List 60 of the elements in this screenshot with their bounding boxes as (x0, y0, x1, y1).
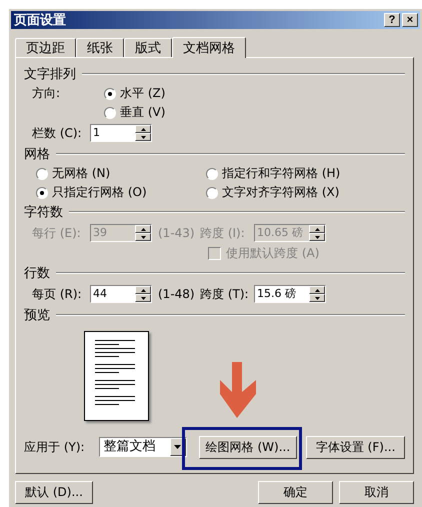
spin-up-button[interactable] (135, 286, 151, 294)
font-settings-button[interactable]: 字体设置 (F)... (306, 436, 405, 458)
up-triangle-icon (314, 228, 320, 230)
field-label: 方向: (32, 85, 62, 102)
cancel-button[interactable]: 取消 (339, 481, 414, 504)
radio-label[interactable]: 水平 (Z) (120, 85, 166, 102)
ok-button[interactable]: 确定 (258, 481, 333, 504)
radio-button[interactable] (36, 168, 48, 180)
spin-down-button[interactable] (135, 133, 151, 141)
columns-spinbox[interactable]: 1 (90, 124, 152, 142)
tab[interactable]: 纸张 (76, 38, 124, 57)
apply-to-dropdown[interactable]: 整篇文档 (99, 437, 187, 457)
section-heading: 字符数 (24, 204, 63, 221)
section-heading: 文字排列 (24, 66, 76, 83)
radio-label[interactable]: 文字对齐字符网格 (X) (222, 184, 340, 201)
radio-button[interactable] (104, 106, 116, 118)
tab[interactable]: 文档网格 (172, 37, 246, 58)
up-triangle-icon (140, 288, 146, 292)
down-triangle-icon (140, 136, 146, 138)
tab[interactable]: 版式 (124, 38, 172, 57)
up-triangle-icon (140, 128, 146, 130)
radio-button[interactable] (206, 186, 218, 198)
section-heading: 预览 (24, 307, 50, 324)
radio-button[interactable] (36, 186, 48, 198)
field-label: 每页 (R): (32, 286, 83, 302)
down-triangle-icon (140, 296, 146, 300)
radio-label[interactable]: 只指定行网格 (O) (52, 184, 147, 201)
up-triangle-icon (140, 228, 146, 230)
field-label: 每行 (E): (32, 224, 82, 242)
down-arrow-icon (220, 362, 256, 418)
radio-button[interactable] (206, 168, 218, 180)
per-page-spinbox[interactable]: 44 (90, 285, 152, 303)
default-button[interactable]: 默认 (D)... (15, 481, 93, 504)
range-hint: (1-43) (157, 226, 196, 240)
close-button[interactable]: × (402, 13, 418, 27)
tab[interactable]: 页边距 (15, 38, 76, 57)
down-triangle-icon (314, 236, 320, 238)
field-label: 跨度 (I): (200, 224, 246, 242)
field-label: 栏数 (C): (32, 124, 83, 142)
radio-button[interactable] (104, 88, 116, 100)
radio-label[interactable]: 无网格 (N) (52, 165, 110, 182)
radio-label[interactable]: 指定行和字符网格 (H) (222, 165, 340, 182)
field-label: 跨度 (T): (200, 286, 250, 302)
drawing-grid-button[interactable]: 绘图网格 (W)... (198, 436, 298, 458)
range-hint: (1-48) (157, 287, 196, 301)
help-button[interactable]: ? (384, 13, 400, 27)
spin-down-button[interactable] (309, 294, 325, 302)
down-triangle-icon (174, 444, 182, 448)
radio-label[interactable]: 垂直 (V) (120, 104, 166, 121)
spin-down-button[interactable] (135, 294, 151, 302)
window-title: 页面设置 (14, 12, 67, 29)
section-heading: 行数 (24, 265, 50, 282)
section-heading: 网格 (24, 146, 50, 163)
spin-up-button[interactable] (309, 286, 325, 294)
field-label: 应用于 (Y): (24, 438, 86, 456)
spin-up-button[interactable] (135, 125, 151, 133)
line-pitch-spinbox[interactable]: 15.6 磅 (254, 285, 326, 303)
up-triangle-icon (314, 288, 320, 292)
down-triangle-icon (314, 296, 320, 300)
down-triangle-icon (140, 236, 146, 238)
